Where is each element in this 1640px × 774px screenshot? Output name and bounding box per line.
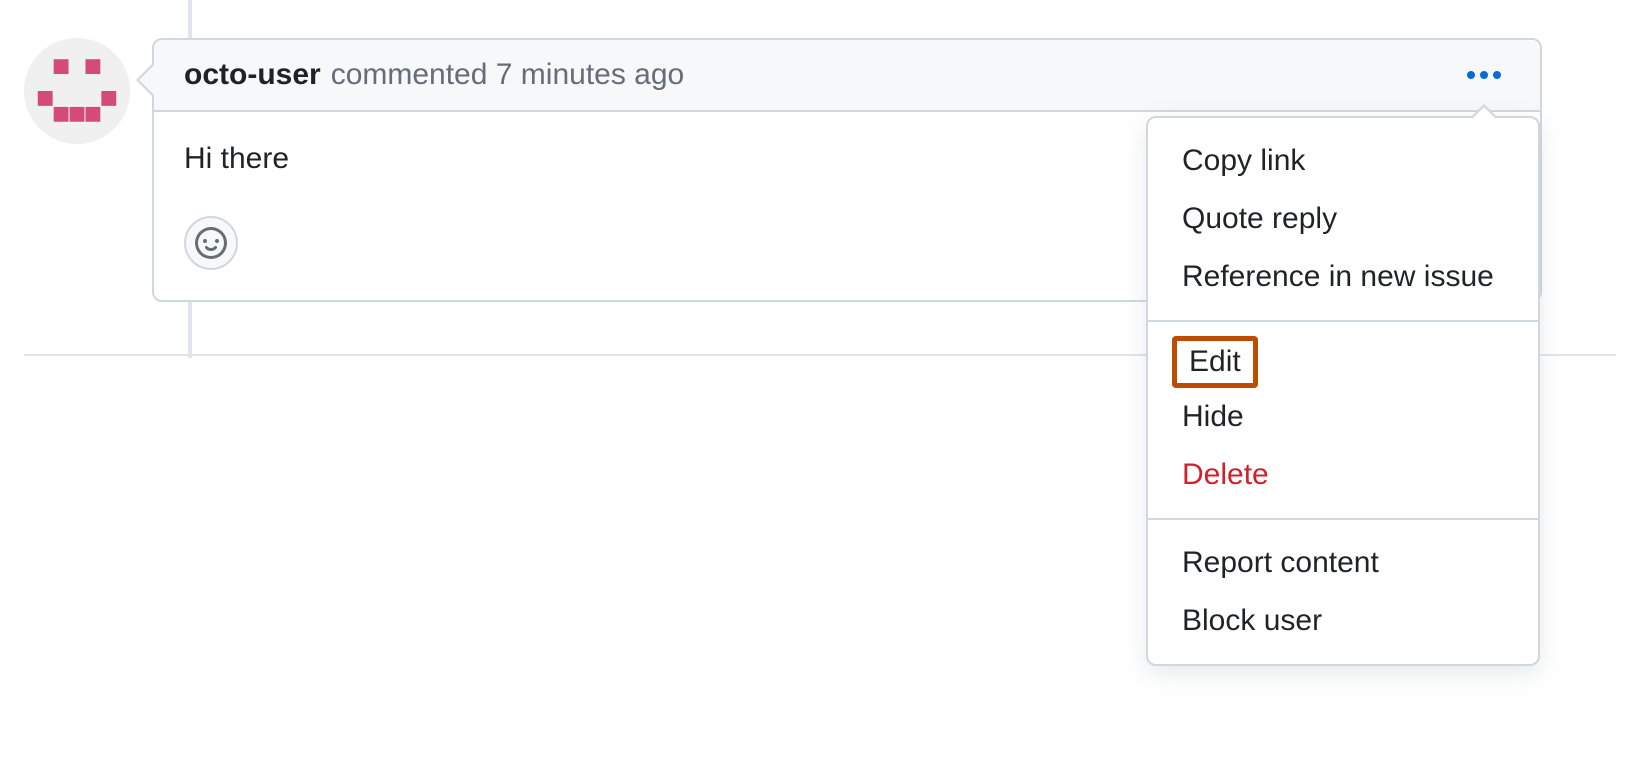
comment-actions-menu: Copy link Quote reply Reference in new i… (1146, 116, 1540, 666)
comment-header: octo-user commented 7 minutes ago (154, 40, 1540, 112)
menu-reference-issue[interactable]: Reference in new issue (1148, 248, 1538, 306)
menu-copy-link[interactable]: Copy link (1148, 132, 1538, 190)
comment-box: octo-user commented 7 minutes ago Hi the… (152, 38, 1542, 302)
kebab-icon (1466, 70, 1502, 80)
menu-delete[interactable]: Delete (1148, 446, 1538, 504)
menu-edit[interactable]: Edit (1172, 336, 1258, 388)
menu-block-user[interactable]: Block user (1148, 592, 1538, 650)
menu-section-2: Edit Hide Delete (1148, 320, 1538, 518)
smiley-icon (195, 227, 227, 259)
comment-action: commented (331, 58, 488, 91)
avatar-identicon (24, 38, 130, 144)
menu-section-1: Copy link Quote reply Reference in new i… (1148, 118, 1538, 320)
menu-hide[interactable]: Hide (1148, 388, 1538, 446)
user-avatar[interactable] (24, 38, 130, 144)
add-reaction-button[interactable] (184, 216, 238, 270)
comment-timestamp[interactable]: 7 minutes ago (496, 58, 684, 91)
menu-quote-reply[interactable]: Quote reply (1148, 190, 1538, 248)
menu-section-3: Report content Block user (1148, 518, 1538, 664)
comment-username[interactable]: octo-user (184, 58, 321, 92)
menu-report-content[interactable]: Report content (1148, 534, 1538, 592)
comment-meta: commented 7 minutes ago (331, 58, 685, 92)
comment-actions-button[interactable] (1458, 62, 1510, 88)
